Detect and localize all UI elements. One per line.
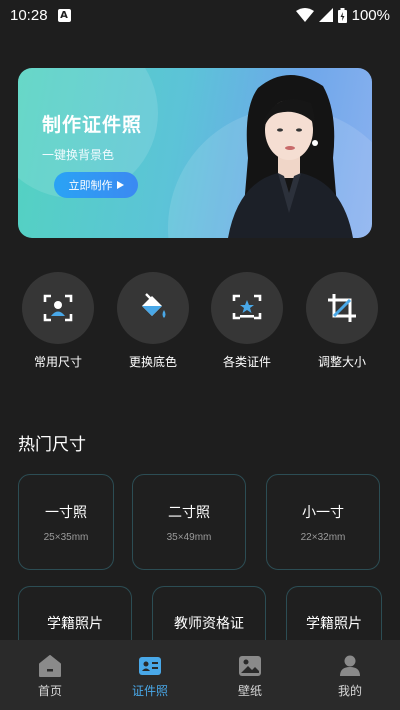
size-card[interactable]: 教师资格证: [152, 586, 266, 646]
size-name: 教师资格证: [174, 616, 244, 632]
home-icon: [39, 655, 61, 677]
battery-icon: [337, 7, 347, 23]
nav-label: 首页: [37, 684, 62, 698]
feature-change-bg[interactable]: 更换底色: [113, 272, 193, 370]
size-card[interactable]: 二寸照 35×49mm: [132, 474, 246, 570]
size-card[interactable]: 学籍照片: [286, 586, 382, 646]
play-arrow-icon: [116, 181, 124, 189]
battery-percent: 100%: [351, 6, 390, 24]
size-dims: 25×35mm: [43, 531, 89, 543]
feature-label: 各类证件: [222, 355, 271, 369]
id-photo-icon: [139, 657, 161, 675]
signal-icon: [318, 8, 333, 22]
feature-label: 调整大小: [317, 355, 366, 369]
status-time: 10:28: [10, 6, 48, 24]
nav-label: 我的: [337, 684, 362, 698]
feature-label: 更换底色: [128, 355, 177, 369]
face-scan-icon: [43, 294, 73, 322]
size-name: 二寸照: [168, 504, 210, 521]
nav-tab-id-photo[interactable]: 证件照: [100, 640, 200, 710]
id-card-star-icon: [232, 294, 262, 320]
feature-label: 常用尺寸: [33, 355, 82, 369]
feature-ring: [22, 272, 94, 344]
crop-icon: [328, 294, 356, 322]
portrait-image: [228, 74, 353, 238]
profile-icon: [340, 655, 360, 676]
notification-a-icon: A: [57, 8, 71, 22]
promo-banner[interactable]: 制作证件照 一键换背景色 立即制作: [18, 68, 372, 238]
size-card[interactable]: 小一寸 22×32mm: [266, 474, 380, 570]
size-name: 一寸照: [45, 504, 87, 521]
bottom-nav: 首页 证件照 壁纸 我的: [0, 640, 400, 710]
nav-label: 证件照: [131, 684, 168, 698]
size-dims: 22×32mm: [300, 531, 346, 543]
feature-id-types[interactable]: 各类证件: [207, 272, 287, 370]
start-making-button[interactable]: 立即制作: [54, 172, 138, 198]
banner-title: 制作证件照: [42, 114, 143, 136]
feature-ring: [306, 272, 378, 344]
nav-tab-home[interactable]: 首页: [0, 640, 100, 710]
paint-bucket-icon: [142, 293, 166, 318]
wallpaper-icon: [239, 656, 261, 676]
size-card[interactable]: 一寸照 25×35mm: [18, 474, 114, 570]
size-dims: 35×49mm: [166, 531, 212, 543]
size-name: 小一寸: [302, 504, 344, 521]
section-title: 热门尺寸: [18, 435, 86, 455]
wifi-icon: [295, 8, 314, 22]
feature-ring: [211, 272, 283, 344]
nav-tab-wallpaper[interactable]: 壁纸: [200, 640, 300, 710]
start-making-label: 立即制作: [68, 179, 113, 192]
feature-ring: [117, 272, 189, 344]
size-name: 学籍照片: [47, 616, 103, 632]
size-card[interactable]: 学籍照片: [18, 586, 132, 646]
status-bar: 10:28 A 100%: [0, 0, 400, 30]
feature-common-sizes[interactable]: 常用尺寸: [18, 272, 98, 370]
banner-subtitle: 一键换背景色: [42, 148, 115, 162]
nav-label: 壁纸: [237, 684, 262, 698]
nav-tab-profile[interactable]: 我的: [300, 640, 400, 710]
size-name: 学籍照片: [306, 616, 362, 632]
feature-resize[interactable]: 调整大小: [302, 272, 382, 370]
